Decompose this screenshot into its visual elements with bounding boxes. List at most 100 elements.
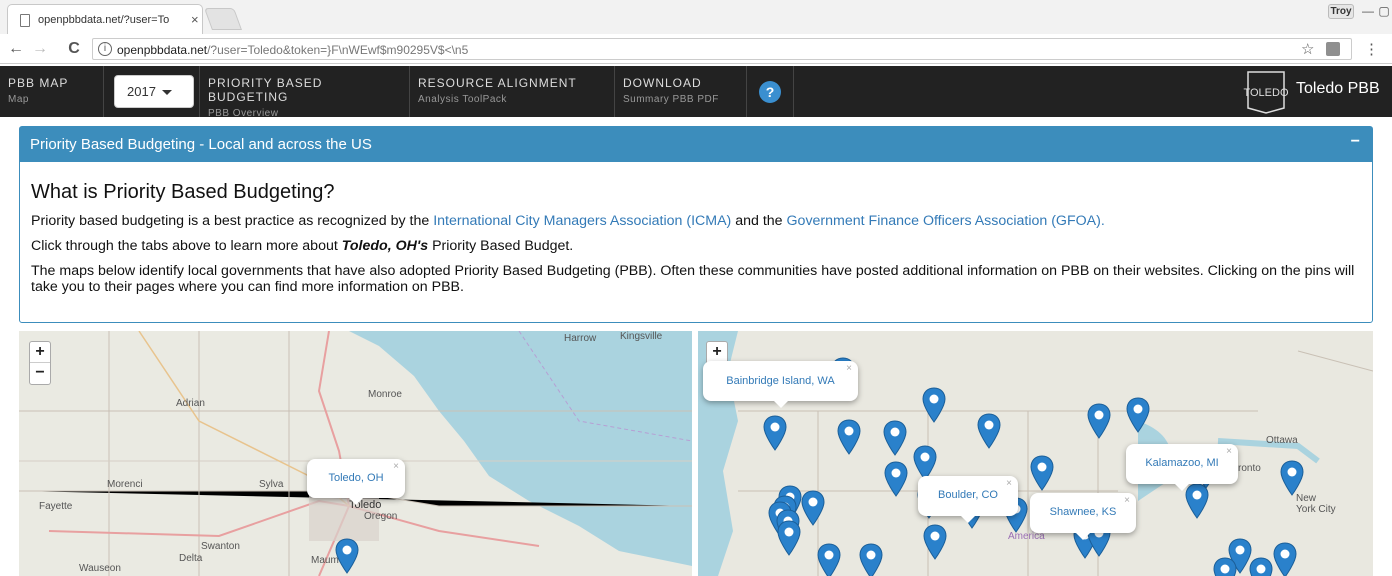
- nav-label: DOWNLOAD: [623, 76, 702, 90]
- us-map[interactable]: Ottawa ronto New York City America + − B…: [698, 331, 1373, 576]
- browser-tabstrip: openpbbdata.net/?user=To × Troy — ▢ ✕: [0, 0, 1392, 34]
- popup-tip: [961, 516, 975, 523]
- p2-text: Click through the tabs above to learn mo…: [31, 238, 342, 254]
- popup-close-icon[interactable]: ×: [1124, 495, 1130, 506]
- location-pin-icon[interactable]: [859, 543, 883, 576]
- site-info-icon[interactable]: i: [98, 42, 112, 56]
- location-pin-icon[interactable]: [801, 490, 825, 526]
- location-pin-icon[interactable]: [1185, 483, 1209, 519]
- maps-paragraph: The maps below identify local government…: [31, 263, 1355, 295]
- maximize-icon[interactable]: ▢: [1374, 2, 1392, 20]
- panel-heading: What is Priority Based Budgeting?: [31, 181, 335, 203]
- location-pin-icon[interactable]: [817, 543, 841, 576]
- zoom-out-button[interactable]: −: [30, 363, 50, 384]
- popup-close-icon[interactable]: ×: [846, 363, 852, 374]
- popup-close-icon[interactable]: ×: [1226, 446, 1232, 457]
- location-pin-icon[interactable]: [1087, 403, 1111, 439]
- panel-body: What is Priority Based Budgeting? Priori…: [20, 162, 1372, 295]
- bookmark-star-icon[interactable]: ☆: [1301, 40, 1314, 58]
- location-pin-icon[interactable]: [1030, 455, 1054, 491]
- zoom-in-button[interactable]: +: [707, 342, 727, 363]
- location-pin-icon[interactable]: [1249, 557, 1273, 576]
- tabs-paragraph: Click through the tabs above to learn mo…: [31, 238, 1361, 254]
- popup-link[interactable]: Boulder, CO: [938, 489, 998, 501]
- nav-priority-based-budgeting[interactable]: PRIORITY BASED BUDGETING PBB Overview: [199, 66, 410, 119]
- nav-label: PRIORITY BASED BUDGETING: [208, 76, 323, 104]
- nav-download[interactable]: DOWNLOAD Summary PBB PDF: [615, 66, 747, 117]
- location-pin-icon[interactable]: [837, 419, 861, 455]
- boulder-popup[interactable]: Boulder, CO ×: [918, 476, 1018, 523]
- p1-mid: and the: [731, 213, 787, 229]
- map-label: Wauseon: [79, 563, 121, 574]
- map-label: Fayette: [39, 501, 73, 512]
- toledo-popup[interactable]: Toledo, OH ×: [307, 459, 405, 505]
- shawnee-popup[interactable]: Shawnee, KS ×: [1030, 493, 1136, 540]
- intro-paragraph: Priority based budgeting is a best pract…: [31, 213, 1361, 229]
- location-pin-icon[interactable]: [884, 461, 908, 497]
- map-label: Sylva: [259, 479, 284, 490]
- toledo-marker-icon[interactable]: [335, 538, 359, 574]
- back-icon[interactable]: ←: [6, 39, 26, 59]
- p1-text: Priority based budgeting is a best pract…: [31, 213, 434, 229]
- map-label: Oregon: [364, 511, 398, 522]
- location-pin-icon[interactable]: [1273, 542, 1297, 576]
- popup-close-icon[interactable]: ×: [1006, 478, 1012, 489]
- reload-icon[interactable]: C: [64, 39, 84, 59]
- location-pin-icon[interactable]: [777, 520, 801, 556]
- gfoa-link[interactable]: Government Finance Officers Association …: [787, 213, 1105, 229]
- nav-resource-alignment[interactable]: RESOURCE ALIGNMENT Analysis ToolPack: [410, 66, 615, 117]
- nav-sublabel: PBB Overview: [208, 108, 279, 119]
- map-label: Swanton: [201, 541, 240, 552]
- popup-tip: [349, 498, 363, 505]
- caret-down-icon: [162, 90, 172, 95]
- location-pin-icon[interactable]: [1126, 397, 1150, 433]
- logo-text: TOLEDO: [1243, 87, 1288, 99]
- url-bar[interactable]: i openpbbdata.net/?user=Toledo&token=}F\…: [92, 38, 1352, 60]
- pbb-info-panel: Priority Based Budgeting - Local and acr…: [19, 126, 1373, 323]
- browser-tab[interactable]: openpbbdata.net/?user=To ×: [7, 4, 203, 34]
- nav-pbb-map[interactable]: PBB MAP Map: [0, 66, 104, 117]
- browser-menu-icon[interactable]: ⋮: [1364, 40, 1379, 58]
- location-pin-icon[interactable]: [913, 445, 937, 481]
- local-map-zoom-control: + −: [29, 341, 51, 385]
- map-label: Morenci: [107, 479, 143, 490]
- p2-post: Priority Based Budget.: [428, 238, 574, 254]
- popup-link[interactable]: Shawnee, KS: [1050, 506, 1117, 518]
- browser-toolbar: ← → C i openpbbdata.net/?user=Toledo&tok…: [0, 34, 1392, 64]
- url-path: /?user=Toledo&token=}F\nWEwf$m90295V$<\n…: [207, 43, 469, 57]
- location-pin-icon[interactable]: [977, 413, 1001, 449]
- icma-link[interactable]: International City Managers Association …: [433, 213, 731, 229]
- popup-tip: [1175, 484, 1189, 491]
- year-dropdown[interactable]: 2017: [114, 75, 194, 108]
- nav-sublabel: Summary PBB PDF: [623, 94, 719, 105]
- kalamazoo-popup[interactable]: Kalamazoo, MI ×: [1126, 444, 1238, 491]
- zoom-in-button[interactable]: +: [30, 342, 50, 363]
- location-pin-icon[interactable]: [922, 387, 946, 423]
- city-emphasis: Toledo, OH's: [341, 238, 429, 254]
- profile-button[interactable]: Troy: [1328, 4, 1354, 19]
- popup-close-icon[interactable]: ×: [393, 461, 399, 472]
- page-icon: [20, 14, 30, 27]
- collapse-icon[interactable]: −: [1351, 133, 1360, 151]
- popup-link[interactable]: Kalamazoo, MI: [1145, 457, 1218, 469]
- popup-link[interactable]: Bainbridge Island, WA: [726, 375, 834, 387]
- help-icon[interactable]: ?: [759, 81, 781, 103]
- tab-close-icon[interactable]: ×: [191, 12, 199, 27]
- location-pin-icon[interactable]: [763, 415, 787, 451]
- url-text[interactable]: openpbbdata.net/?user=Toledo&token=}F\nW…: [117, 43, 468, 57]
- popup-link[interactable]: Toledo, OH: [328, 472, 383, 484]
- forward-icon[interactable]: →: [30, 39, 50, 59]
- location-pin-icon[interactable]: [923, 524, 947, 560]
- bainbridge-popup[interactable]: Bainbridge Island, WA ×: [703, 361, 858, 408]
- extension-icon[interactable]: [1326, 42, 1340, 56]
- nav-label: RESOURCE ALIGNMENT: [418, 76, 577, 90]
- tab-title: openpbbdata.net/?user=To: [38, 14, 170, 26]
- location-pin-icon[interactable]: [1213, 557, 1237, 576]
- url-host: openpbbdata.net: [117, 43, 208, 57]
- location-pin-icon[interactable]: [883, 420, 907, 456]
- map-label: Monroe: [368, 389, 402, 400]
- new-tab-button[interactable]: [203, 8, 243, 30]
- map-label: Delta: [179, 553, 203, 564]
- brand-name: Toledo PBB: [1296, 80, 1380, 97]
- location-pin-icon[interactable]: [1280, 460, 1304, 496]
